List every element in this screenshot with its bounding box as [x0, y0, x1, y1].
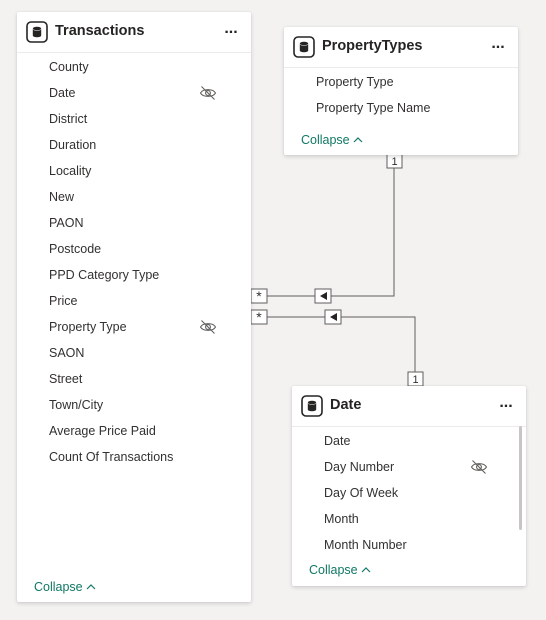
one-cardinality-label: 1 — [391, 156, 397, 168]
field-row[interactable]: Property Type — [284, 69, 518, 95]
field-list: Date Day Number Day Of Week Month Month Numb… — [292, 428, 526, 558]
field-row[interactable]: Date — [292, 428, 526, 454]
table-title: Transactions — [55, 23, 145, 39]
collapse-label: Collapse — [34, 580, 83, 594]
field-row[interactable]: Month Number — [292, 532, 526, 558]
one-cardinality-label: 1 — [412, 374, 418, 386]
relationship-line[interactable] — [267, 168, 395, 297]
table-header[interactable]: Date ... — [292, 386, 526, 427]
collapse-link[interactable]: Collapse — [301, 133, 363, 147]
field-name: Duration — [49, 138, 97, 152]
field-row[interactable]: Locality — [17, 158, 251, 184]
field-row[interactable]: District — [17, 106, 251, 132]
field-row[interactable]: County — [17, 54, 251, 80]
table-icon — [26, 21, 48, 43]
field-name: Street — [49, 372, 83, 386]
field-row[interactable]: Count Of Transactions — [17, 444, 251, 470]
field-name: Town/City — [49, 398, 104, 412]
field-name: New — [49, 190, 75, 204]
more-options-button[interactable]: ... — [221, 21, 241, 42]
many-cardinality-label: * — [256, 309, 262, 325]
table-icon — [301, 395, 323, 417]
table-icon — [293, 36, 315, 58]
field-name: Count Of Transactions — [49, 450, 174, 464]
field-row[interactable]: Property Type — [17, 314, 251, 340]
field-row[interactable]: Postcode — [17, 236, 251, 262]
field-name: County — [49, 60, 89, 74]
table-card-transactions[interactable]: Transactions ... County Date District Durat… — [17, 12, 251, 602]
field-row[interactable]: SAON — [17, 340, 251, 366]
field-row[interactable]: Day Of Week — [292, 480, 526, 506]
field-name: Property Type Name — [316, 101, 431, 115]
field-row[interactable]: Date — [17, 80, 251, 106]
field-row[interactable]: Duration — [17, 132, 251, 158]
many-cardinality-label: * — [256, 288, 262, 304]
collapse-link[interactable]: Collapse — [309, 563, 371, 577]
collapse-link[interactable]: Collapse — [34, 580, 96, 594]
more-options-button[interactable]: ... — [496, 395, 516, 416]
field-name: PPD Category Type — [49, 268, 160, 282]
field-name: Locality — [49, 164, 92, 178]
more-options-button[interactable]: ... — [488, 36, 508, 57]
collapse-label: Collapse — [301, 133, 350, 147]
hidden-eye-icon[interactable] — [470, 459, 488, 475]
field-name: Average Price Paid — [49, 424, 156, 438]
chevron-up-icon — [361, 566, 371, 573]
field-row[interactable]: Month — [292, 506, 526, 532]
field-name: Postcode — [49, 242, 102, 256]
collapse-label: Collapse — [309, 563, 358, 577]
hidden-eye-icon[interactable] — [199, 85, 217, 101]
relationship-transactions-propertytypes[interactable]: * 1 — [250, 153, 403, 304]
table-title: Date — [330, 397, 362, 413]
field-row[interactable]: Town/City — [17, 392, 251, 418]
field-row[interactable]: Average Price Paid — [17, 418, 251, 444]
field-row[interactable]: Day Number — [292, 454, 526, 480]
model-diagram-canvas[interactable]: * 1 * 1 Transactions ... County Date Dis… — [0, 0, 546, 620]
field-name: Month Number — [324, 538, 407, 552]
table-header[interactable]: PropertyTypes ... — [284, 27, 518, 68]
chevron-up-icon — [86, 583, 96, 590]
field-name: Date — [49, 86, 76, 100]
field-list: County Date District Duration Locality New PAO… — [17, 54, 251, 470]
table-card-propertytypes[interactable]: PropertyTypes ... Property Type Property … — [284, 27, 518, 155]
field-row[interactable]: Property Type Name — [284, 95, 518, 121]
table-card-date[interactable]: Date ... Date Day Number Day Of Week Month M… — [292, 386, 526, 586]
relationship-line[interactable] — [267, 316, 416, 372]
hidden-eye-icon[interactable] — [199, 319, 217, 335]
field-name: Price — [49, 294, 78, 308]
field-row[interactable]: New — [17, 184, 251, 210]
field-name: Day Of Week — [324, 486, 399, 500]
field-name: Month — [324, 512, 359, 526]
scrollbar[interactable] — [519, 426, 522, 530]
field-row[interactable]: Street — [17, 366, 251, 392]
table-title: PropertyTypes — [322, 38, 423, 54]
field-name: Property Type — [49, 320, 127, 334]
field-name: PAON — [49, 216, 84, 230]
relationship-transactions-date[interactable]: * 1 — [250, 309, 424, 387]
field-row[interactable]: PAON — [17, 210, 251, 236]
table-header[interactable]: Transactions ... — [17, 12, 251, 53]
field-row[interactable]: Price — [17, 288, 251, 314]
chevron-up-icon — [353, 136, 363, 143]
field-row[interactable]: PPD Category Type — [17, 262, 251, 288]
field-name: District — [49, 112, 88, 126]
field-name: Date — [324, 434, 351, 448]
field-name: Property Type — [316, 75, 394, 89]
field-name: SAON — [49, 346, 85, 360]
field-list: Property Type Property Type Name — [284, 69, 518, 121]
field-name: Day Number — [324, 460, 395, 474]
